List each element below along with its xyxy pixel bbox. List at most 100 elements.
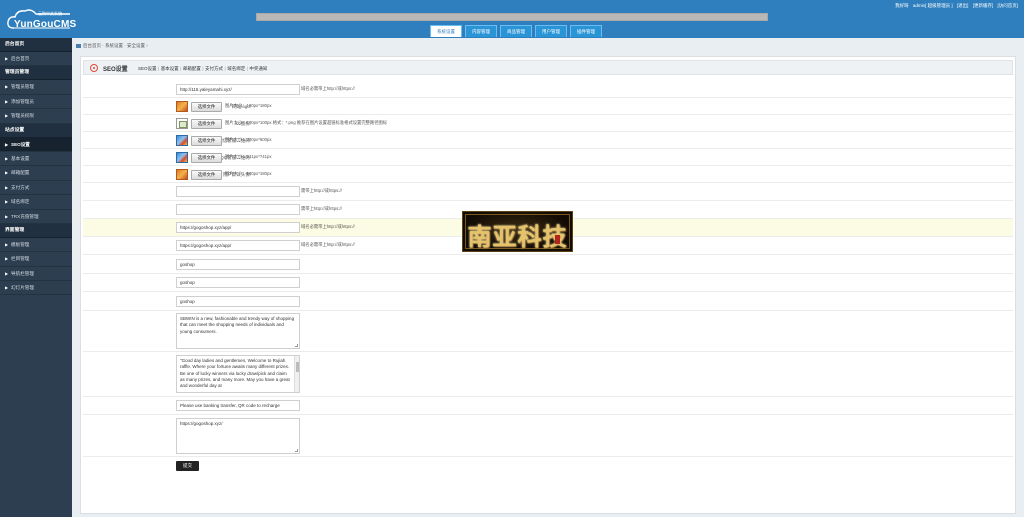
sidebar-group-admins: 管理员管理 [0,66,72,81]
facebook-input[interactable] [176,186,300,197]
choose-file-button[interactable]: 选择文件 [191,118,222,129]
android-download-input[interactable]: https://gogoshop.xyz/app/ [176,240,300,251]
sidebar-item-domain-binding[interactable]: ▶ 域名绑定 [0,195,72,210]
submit-button[interactable]: 提交 [176,461,199,471]
tab-content-management[interactable]: 内容管理 [465,25,497,37]
announcement-textarea[interactable]: "Good day ladies and gentlemen, Welcome … [176,355,300,393]
form-row-site-description: 网站描述: SBWIN is a new, fashionable and tr… [83,311,1013,352]
target-icon [90,64,98,72]
logo[interactable]: 云购中文系统 YunGouCMS [6,6,76,32]
sidebar-item-label: 域名绑定 [11,199,30,205]
subtab-basic[interactable]: 基本设置 [161,66,179,71]
greeting-text: 我好呀 [895,3,909,8]
choose-file-button[interactable]: 选择文件 [191,101,222,112]
textarea-text: "Good day ladies and gentlemen, Welcome … [180,358,290,389]
sidebar-item-template-management[interactable]: ▶ 模板管理 [0,238,72,253]
sidebar-item-dashboard[interactable]: ▶ 后台首页 [0,52,72,67]
choose-file-button[interactable]: 选择文件 [191,169,222,180]
refresh-cache-link[interactable]: [更新缓存] [973,3,994,8]
breadcrumb: 后台首页 · 系统设置 · 安全设置 › [76,41,148,50]
tab-user-management[interactable]: 用户管理 [535,25,567,37]
form-row-service-link: 客服链接: https://gogoshop.xyz/ [83,415,1013,457]
sidebar-item-add-admin[interactable]: ▶ 添加管理员 [0,95,72,110]
divider: | [224,65,226,71]
settings-sub-tabs: SEO设置 | 基本设置 | 邮箱配置 | 支付方式 | 域名绑定 | 中奖通知 [138,66,267,72]
textarea-text: SBWIN is a new, fashionable and trendy w… [180,316,295,334]
subtab-seo[interactable]: SEO设置 [138,66,157,71]
sidebar-item-admin-permissions[interactable]: ▶ 管理员权限 [0,109,72,124]
site-name-input[interactable]: goshop [176,259,300,270]
sidebar-item-slideshow-management[interactable]: ▶ 幻灯片管理 [0,281,72,296]
sidebar-item-label: 模板管理 [11,241,30,247]
sidebar-item-label: 导航栏管理 [11,270,34,276]
logout-link[interactable]: [退出] [957,3,969,8]
top-user-links: 我好呀 admin[ 超级管理员 ] [退出] [更新缓存] [访问首页] [892,3,1018,9]
field-hint: 图片大小：300px*600px [225,137,272,142]
logo-title: YunGouCMS [14,19,77,30]
subtab-winning-notice[interactable]: 中奖通知 [249,66,267,71]
sidebar-group-home: 后台首页 [0,38,72,52]
divider: | [180,65,182,71]
sidebar-item-label: 后台首页 [11,56,30,61]
tab-system-settings[interactable]: 系统设置 [430,25,462,37]
site-url-input[interactable]: http://115.yaleyamahi.xyz/ [176,84,300,95]
form-row-site-logo: 网站logo: 选择文件 图片大小：180px*180px [83,98,1013,115]
main-panel: SEO设置 SEO设置|基本设置|邮箱配置|支付方式|域名绑定|中奖通知 网站域… [80,56,1016,514]
logo-subtitle: 云购中文系统 [38,11,62,16]
choose-file-button[interactable]: 选择文件 [191,135,222,146]
field-hint: 需带上http://或https:// [301,188,342,193]
sidebar-item-admin-management[interactable]: ▶ 管理员管理 [0,80,72,95]
sidebar-item-label: 支付方式 [11,184,30,190]
home-icon[interactable] [76,43,81,48]
site-keywords-input[interactable]: goshop [176,296,300,307]
form-row-submit: 提交 [83,457,1013,477]
form-row-site-url: 网站域名: http://115.yaleyamahi.xyz/ 域名必需带上h… [83,81,1013,98]
divider: | [202,65,204,71]
admin-user-link[interactable]: admin[ 超级管理员 ] [913,3,953,8]
site-title-input[interactable]: goshop [176,277,300,288]
tab-plugin-management[interactable]: 插件管理 [570,25,602,37]
broken-image-icon [176,118,188,129]
service-link-textarea[interactable]: https://gogoshop.xyz/ [176,418,300,454]
subtab-domain[interactable]: 域名绑定 [227,66,245,71]
main-nav-tabs: 系统设置 内容管理 商品管理 用户管理 插件管理 [430,25,602,37]
divider: | [246,65,248,71]
breadcrumb-text[interactable]: 后台首页 · 系统设置 · 安全设置 › [83,43,148,48]
sidebar: 后台首页 ▶ 后台首页 管理员管理 ▶ 管理员管理 ▶ 添加管理员 ▶ 管理员权限 站点… [0,38,72,517]
form-row-facebook: FaceBook: 需带上http://或https:// [83,183,1013,201]
recharge-notice-input[interactable]: Please use banking transfer, QR code to … [176,400,300,411]
visit-home-link[interactable]: [访问首页] [997,3,1018,8]
top-search-bar[interactable] [256,13,768,21]
scrollbar-thumb[interactable] [296,362,299,372]
site-description-textarea[interactable]: SBWIN is a new, fashionable and trendy w… [176,313,300,349]
subtab-email[interactable]: 邮箱配置 [183,66,201,71]
textarea-text: https://gogoshop.xyz/ [180,421,223,426]
sidebar-item-email-config[interactable]: ▶ 邮箱配置 [0,166,72,181]
sidebar-item-seo-settings[interactable]: ▶ SEO设置 [0,137,72,152]
sidebar-item-label: TRX充值管理 [11,213,39,219]
sidebar-group-site-settings: 站点设置 [0,123,72,138]
form-row-wechat-qr: 微信客服二维码: 选择文件 图片大小：300px*600px [83,132,1013,149]
form-row-recharge-notice: 线下充值提示: Please use banking transfer, QR … [83,397,1013,415]
sidebar-item-payment-methods[interactable]: ▶ 支付方式 [0,181,72,196]
sidebar-item-trx-recharge[interactable]: ▶ TRX充值管理 [0,210,72,224]
sidebar-item-navbar-management[interactable]: ▶ 导航栏管理 [0,267,72,282]
sidebar-item-basic-settings[interactable]: ▶ 基本设置 [0,152,72,167]
resize-handle-icon[interactable] [295,449,298,452]
choose-file-button[interactable]: 选择文件 [191,152,222,163]
form-row-scroll-announcement: 首页滚动公告: "Good day ladies and gentlemen, … [83,352,1013,397]
textarea-scrollbar[interactable] [294,356,299,392]
form-row-qq-qr: QQ客服二维码: 选择文件 图片大小：541px*741px [83,149,1013,166]
form-row-default-avatar: 用户默认头像: 选择文件 图片大小：180px*180px [83,166,1013,183]
form-row-ico: ico图标: 选择文件 图片大小：100px*100px 格式：*.png 推荐… [83,115,1013,132]
resize-handle-icon[interactable] [295,344,298,347]
sidebar-item-column-management[interactable]: ▶ 栏目管理 [0,252,72,267]
line-input[interactable] [176,204,300,215]
sidebar-item-label: 幻灯片管理 [11,285,34,291]
sidebar-item-label: 管理员权限 [11,113,34,119]
qq-qr-preview-image [176,152,188,163]
ios-download-input[interactable]: https://gogoshop.xyz/app/ [176,222,300,233]
tab-product-management[interactable]: 商品管理 [500,25,532,37]
subtab-payment[interactable]: 支付方式 [205,66,223,71]
sidebar-group-interface: 界面管理 [0,223,72,238]
